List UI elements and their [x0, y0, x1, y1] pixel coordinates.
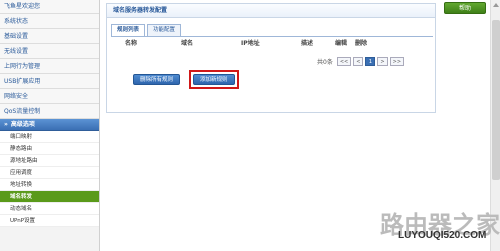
sidebar-item-usb-apps[interactable]: USB扩展应用 [0, 74, 99, 89]
rules-table-header: 名称 域名 IP地址 描述 编辑 删除 [111, 36, 433, 47]
column-header-description: 描述 [301, 40, 314, 47]
sidebar-item-wireless-settings[interactable]: 无线设置 [0, 44, 99, 59]
current-page[interactable]: 1 [365, 56, 376, 66]
help-button[interactable]: 帮助 [444, 2, 486, 14]
total-count: 共0条 [317, 58, 333, 66]
sidebar-group-label: 高级选项 [10, 121, 35, 128]
sidebar-welcome: 飞鱼星欢迎您 [0, 0, 99, 14]
add-rule-highlight: 添加新规则 [189, 70, 239, 89]
sidebar-item-qos[interactable]: QoS流量控制 [0, 104, 99, 119]
first-page-button[interactable]: << [336, 56, 352, 66]
sidebar-group-advanced[interactable]: » 高级选项 [0, 119, 99, 131]
last-page-button[interactable]: >> [389, 56, 405, 66]
prev-page-button[interactable]: < [353, 56, 364, 66]
sidebar-subitem-app-schedule[interactable]: 应用调度 [0, 167, 99, 179]
add-rule-button[interactable]: 添加新规则 [193, 74, 235, 85]
watermark-url: LUYOUQI520.COM [398, 230, 487, 241]
tab-rule-list[interactable]: 规则列表 [111, 24, 146, 36]
sidebar-subitem-dns-forward[interactable]: 域名转发 [0, 191, 99, 203]
scroll-up-arrow-icon[interactable] [491, 0, 500, 10]
sidebar-item-system-status[interactable]: 系统状态 [0, 14, 99, 29]
pagination: 共0条 << < 1 > >> [317, 56, 405, 66]
tab-bar: 规则列表 功能配置 [111, 24, 182, 36]
next-page-button[interactable]: > [377, 56, 388, 66]
sidebar-subitem-static-route[interactable]: 静态路由 [0, 143, 99, 155]
double-chevron-down-icon: » [4, 121, 8, 128]
sidebar-subitem-source-route[interactable]: 源地址路由 [0, 155, 99, 167]
dns-forward-panel: 域名服务器转发配置 规则列表 功能配置 名称 域名 IP地址 描述 编辑 删除 … [106, 3, 436, 113]
sidebar-subitem-port-mapping[interactable]: 端口映射 [0, 131, 99, 143]
scroll-thumb[interactable] [492, 20, 500, 180]
sidebar: 飞鱼星欢迎您 系统状态 基础设置 无线设置 上网行为管理 USB扩展应用 网络安… [0, 0, 100, 251]
sidebar-item-network-security[interactable]: 网络安全 [0, 89, 99, 104]
sidebar-item-basic-settings[interactable]: 基础设置 [0, 29, 99, 44]
column-header-delete: 删除 [355, 40, 368, 47]
sidebar-subitem-nat[interactable]: 地址转换 [0, 179, 99, 191]
panel-title: 域名服务器转发配置 [107, 4, 435, 18]
sidebar-subitem-upnp[interactable]: UPnP设置 [0, 215, 99, 227]
column-header-domain: 域名 [181, 40, 194, 47]
column-header-ip: IP地址 [241, 40, 260, 47]
column-header-edit: 编辑 [335, 40, 348, 47]
delete-all-rules-button[interactable]: 删除所有规则 [133, 74, 181, 85]
tab-function-config[interactable]: 功能配置 [147, 24, 182, 36]
sidebar-subitem-ddns[interactable]: 动态域名 [0, 203, 99, 215]
column-header-name: 名称 [125, 40, 138, 47]
sidebar-item-behavior-management[interactable]: 上网行为管理 [0, 59, 99, 74]
